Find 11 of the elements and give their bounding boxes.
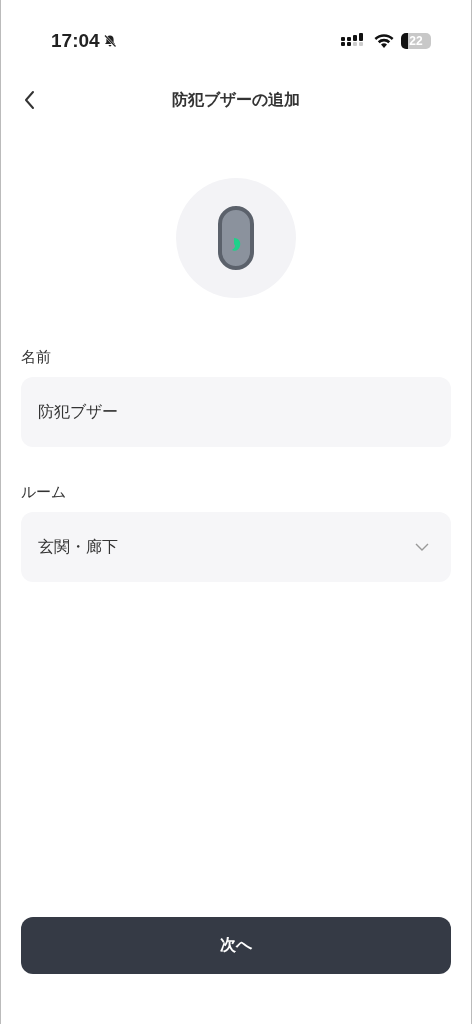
status-time: 17:04 [51,30,100,52]
next-button[interactable]: 次へ [21,917,451,974]
bell-muted-icon [102,34,117,48]
page-title: 防犯ブザーの追加 [172,89,300,111]
buzzer-device-icon [176,178,296,298]
field-label: 名前 [21,348,52,367]
chevron-down-icon [415,543,429,551]
room-dropdown[interactable]: 玄関・廊下 [21,512,451,582]
field-label: ルーム [21,483,67,502]
name-input-field[interactable]: 防犯ブザー [21,377,451,447]
wifi-icon [374,33,394,49]
